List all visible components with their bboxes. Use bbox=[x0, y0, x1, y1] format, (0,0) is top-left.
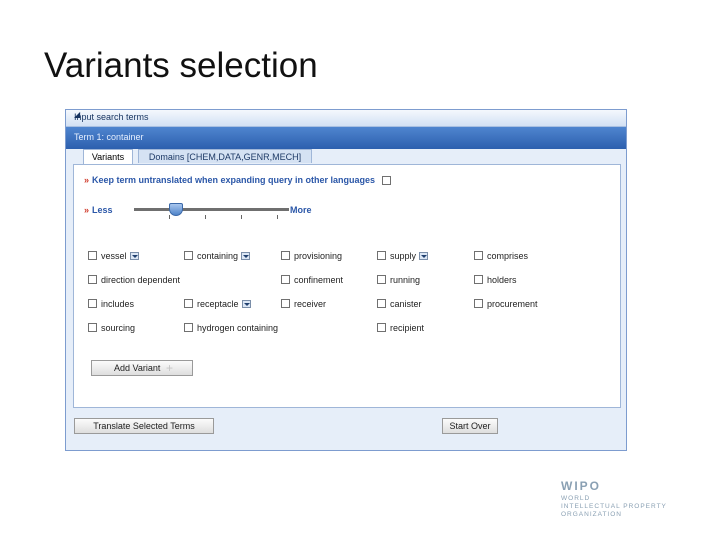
translate-selected-terms-button[interactable]: Translate Selected Terms bbox=[74, 418, 214, 434]
variant-checkbox[interactable] bbox=[88, 323, 97, 332]
tab-domains[interactable]: Domains [CHEM,DATA,GENR,MECH] bbox=[138, 149, 312, 163]
variant-label: receiver bbox=[294, 299, 327, 309]
variant-label: recipient bbox=[390, 323, 425, 333]
variant-includes[interactable]: includes bbox=[88, 299, 134, 310]
variant-sourcing[interactable]: sourcing bbox=[88, 323, 135, 334]
slider-tick bbox=[241, 215, 242, 219]
variant-provisioning[interactable]: provisioning bbox=[281, 251, 342, 262]
variant-receiver[interactable]: receiver bbox=[281, 299, 326, 310]
input-search-terms-header[interactable]: Input search terms ◢ bbox=[66, 110, 626, 127]
variant-checkbox[interactable] bbox=[184, 323, 193, 332]
variant-checkbox[interactable] bbox=[377, 299, 386, 308]
variant-checkbox[interactable] bbox=[184, 251, 193, 260]
variant-label: includes bbox=[101, 299, 135, 309]
variant-hydrogen-containing[interactable]: hydrogen containing bbox=[184, 323, 278, 334]
more-label[interactable]: More bbox=[290, 205, 312, 215]
variant-label: provisioning bbox=[294, 251, 343, 261]
variant-checkbox[interactable] bbox=[474, 275, 483, 284]
variant-confinement[interactable]: confinement bbox=[281, 275, 343, 286]
variant-label: canister bbox=[390, 299, 422, 309]
variant-checkbox[interactable] bbox=[474, 299, 483, 308]
variant-label: vessel bbox=[101, 251, 127, 261]
variant-checkbox[interactable] bbox=[377, 275, 386, 284]
variant-label: receptacle bbox=[197, 299, 239, 309]
tab-bar: Variants Domains [CHEM,DATA,GENR,MECH] bbox=[73, 149, 621, 165]
start-over-button[interactable]: Start Over bbox=[442, 418, 498, 434]
logo-line: WORLD bbox=[561, 495, 591, 502]
variant-label: direction dependent bbox=[101, 275, 181, 285]
variant-label: running bbox=[390, 275, 421, 285]
variant-label: sourcing bbox=[101, 323, 136, 333]
variant-checkbox[interactable] bbox=[281, 275, 290, 284]
add-variant-button[interactable]: Add Variant + bbox=[91, 360, 193, 376]
variant-direction-dependent[interactable]: direction dependent bbox=[88, 275, 180, 286]
keep-untranslated-label: Keep term untranslated when expanding qu… bbox=[92, 175, 376, 185]
wipo-logo: WIPO WORLD INTELLECTUAL PROPERTY ORGANIZ… bbox=[561, 479, 701, 519]
tab-variants[interactable]: Variants bbox=[83, 149, 133, 165]
add-variant-label: Add Variant bbox=[114, 363, 161, 373]
variant-vessel[interactable]: vessel bbox=[88, 251, 139, 262]
logo-subtitle: WORLD INTELLECTUAL PROPERTY ORGANIZATION bbox=[561, 495, 701, 519]
variant-label: comprises bbox=[487, 251, 529, 261]
dropdown-arrow-icon[interactable] bbox=[241, 300, 251, 308]
variant-checkbox[interactable] bbox=[377, 323, 386, 332]
variant-checkbox[interactable] bbox=[88, 299, 97, 308]
slider-tick bbox=[205, 215, 206, 219]
variant-label: confinement bbox=[294, 275, 344, 285]
variant-procurement[interactable]: procurement bbox=[474, 299, 538, 310]
variants-content: » Keep term untranslated when expanding q… bbox=[73, 164, 621, 408]
keep-untranslated-checkbox[interactable] bbox=[381, 176, 391, 186]
variant-holders[interactable]: holders bbox=[474, 275, 517, 286]
variants-slider-track[interactable] bbox=[134, 208, 289, 211]
variant-checkbox[interactable] bbox=[377, 251, 386, 260]
plus-icon: + bbox=[166, 361, 174, 375]
variant-checkbox[interactable] bbox=[184, 299, 193, 308]
variant-label: procurement bbox=[487, 299, 538, 309]
slider-tick bbox=[169, 215, 170, 219]
variant-label: holders bbox=[487, 275, 517, 285]
dropdown-arrow-icon[interactable] bbox=[419, 252, 429, 260]
search-panel: Input search terms ◢ Term 1: container V… bbox=[65, 109, 627, 451]
logo-main-text: WIPO bbox=[561, 479, 601, 493]
variant-label: containing bbox=[197, 251, 239, 261]
variant-checkbox[interactable] bbox=[88, 251, 97, 260]
term-header: Term 1: container bbox=[66, 127, 626, 149]
less-option[interactable]: » Less bbox=[84, 205, 113, 215]
slide-title: Variants selection bbox=[44, 46, 318, 85]
variant-label: hydrogen containing bbox=[197, 323, 279, 333]
variant-checkbox[interactable] bbox=[474, 251, 483, 260]
less-label: Less bbox=[92, 205, 113, 215]
logo-line: INTELLECTUAL PROPERTY bbox=[561, 503, 667, 510]
variant-recipient[interactable]: recipient bbox=[377, 323, 424, 334]
chevron-right-icon: » bbox=[84, 175, 90, 185]
keep-untranslated-option: » Keep term untranslated when expanding q… bbox=[84, 175, 391, 186]
collapse-icon[interactable]: ◢ bbox=[74, 110, 623, 119]
variant-checkbox[interactable] bbox=[281, 299, 290, 308]
variant-supply[interactable]: supply bbox=[377, 251, 429, 262]
variant-checkbox[interactable] bbox=[281, 251, 290, 260]
variant-comprises[interactable]: comprises bbox=[474, 251, 528, 262]
variant-running[interactable]: running bbox=[377, 275, 420, 286]
variant-canister[interactable]: canister bbox=[377, 299, 422, 310]
dropdown-arrow-icon[interactable] bbox=[241, 252, 251, 260]
logo-line: ORGANIZATION bbox=[561, 511, 622, 518]
term-title: Term 1: container bbox=[74, 132, 144, 142]
variant-containing[interactable]: containing bbox=[184, 251, 251, 262]
dropdown-arrow-icon[interactable] bbox=[129, 252, 139, 260]
slider-tick bbox=[277, 215, 278, 219]
variants-slider-thumb[interactable] bbox=[168, 203, 183, 216]
variant-receptacle[interactable]: receptacle bbox=[184, 299, 251, 310]
variant-checkbox[interactable] bbox=[88, 275, 97, 284]
variant-label: supply bbox=[390, 251, 417, 261]
chevron-right-icon: » bbox=[84, 205, 90, 215]
